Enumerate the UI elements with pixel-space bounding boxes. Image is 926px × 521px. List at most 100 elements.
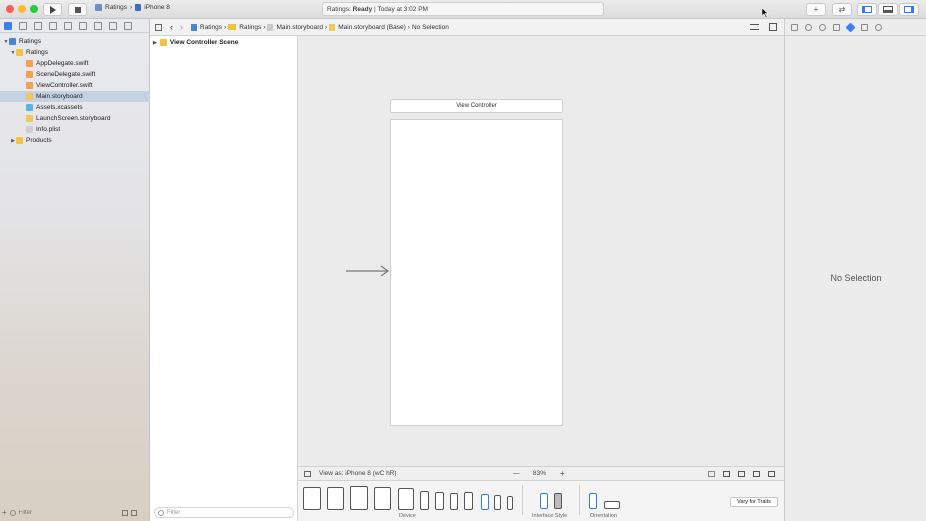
tree-row-file[interactable]: AppDelegate.swift bbox=[0, 58, 150, 69]
stop-icon bbox=[74, 6, 81, 13]
tree-row-file[interactable]: Assets.xcassets bbox=[0, 102, 150, 113]
breadcrumb-item[interactable]: Ratings bbox=[239, 24, 261, 31]
breakpoint-navigator-tab[interactable] bbox=[109, 21, 117, 30]
tree-row-file[interactable]: SceneDelegate.swift bbox=[0, 69, 150, 80]
recent-files-filter-icon[interactable] bbox=[121, 509, 128, 516]
code-review-button[interactable]: ⇄ bbox=[832, 3, 852, 16]
file-inspector-tab[interactable] bbox=[791, 23, 798, 31]
toggle-navigator-button[interactable] bbox=[857, 3, 877, 16]
portrait-orientation-icon[interactable] bbox=[589, 493, 597, 509]
identity-inspector-tab[interactable] bbox=[833, 23, 840, 31]
library-button[interactable]: + bbox=[806, 3, 826, 16]
zoom-out-button[interactable]: — bbox=[513, 470, 520, 477]
tree-row-label: Main.storyboard bbox=[36, 93, 83, 100]
resolve-issues-icon[interactable] bbox=[768, 471, 775, 477]
device-ipad-mini-icon[interactable] bbox=[398, 488, 414, 510]
scheme-device: iPhone 8 bbox=[144, 4, 170, 11]
quick-help-tab[interactable] bbox=[819, 23, 826, 31]
breadcrumb-item[interactable]: Ratings bbox=[200, 24, 222, 31]
forward-button[interactable]: › bbox=[180, 22, 183, 32]
tree-row-label: Ratings bbox=[19, 38, 42, 45]
vary-for-traits-button[interactable]: Vary for Traits bbox=[730, 497, 778, 507]
bottom-panel-icon bbox=[883, 6, 893, 13]
device-iphone-11-pro-max-icon[interactable] bbox=[420, 491, 429, 510]
related-items-icon[interactable] bbox=[155, 23, 162, 31]
symbol-navigator-tab[interactable] bbox=[34, 21, 42, 30]
attributes-inspector-tab[interactable] bbox=[845, 22, 856, 32]
source-control-tab[interactable] bbox=[19, 21, 27, 30]
device-iphone-se-icon[interactable] bbox=[494, 495, 501, 510]
view-controller-scene-bar[interactable]: View Controller bbox=[390, 99, 563, 113]
initial-view-controller-arrow-icon[interactable] bbox=[346, 265, 390, 277]
toggle-outline-icon[interactable] bbox=[304, 470, 311, 477]
tree-row-file[interactable]: Info.plist bbox=[0, 124, 150, 135]
orientation-label: Orientation bbox=[590, 513, 617, 519]
history-inspector-tab[interactable] bbox=[805, 23, 812, 31]
filter-icon bbox=[158, 509, 164, 516]
report-navigator-tab[interactable] bbox=[124, 21, 132, 30]
tree-row-file-selected[interactable]: Main.storyboard bbox=[0, 91, 150, 102]
add-editor-icon[interactable] bbox=[769, 23, 777, 31]
tree-row-project[interactable]: ▼ Ratings bbox=[0, 36, 150, 47]
light-appearance-icon[interactable] bbox=[540, 493, 548, 509]
tree-row-file[interactable]: LaunchScreen.storyboard bbox=[0, 113, 150, 124]
dark-appearance-icon[interactable] bbox=[554, 493, 562, 509]
navigator-filter-input[interactable] bbox=[18, 508, 119, 517]
landscape-orientation-icon[interactable] bbox=[604, 501, 620, 509]
breadcrumb-item[interactable]: No Selection bbox=[412, 24, 449, 31]
scheme-selector[interactable]: Ratings › iPhone 8 bbox=[95, 4, 170, 11]
zoom-in-button[interactable]: + bbox=[560, 469, 565, 478]
update-frames-icon[interactable] bbox=[708, 471, 715, 477]
swift-file-icon bbox=[26, 60, 33, 67]
view-as-label[interactable]: View as: iPhone 8 (wC hR) bbox=[319, 470, 397, 477]
view-controller-view[interactable] bbox=[390, 119, 563, 426]
plist-file-icon bbox=[26, 126, 33, 133]
device-ipad-pro-11-icon[interactable] bbox=[327, 487, 344, 510]
issue-navigator-tab[interactable] bbox=[64, 21, 72, 30]
connections-inspector-tab[interactable] bbox=[875, 23, 882, 31]
storyboard-file-icon bbox=[267, 23, 274, 31]
mouse-pointer-icon bbox=[762, 8, 769, 18]
run-button[interactable] bbox=[43, 3, 62, 16]
back-button[interactable]: ‹ bbox=[170, 22, 173, 32]
editor-options-icon[interactable] bbox=[750, 24, 759, 30]
debug-navigator-tab[interactable] bbox=[94, 21, 102, 30]
size-inspector-tab[interactable] bbox=[861, 23, 868, 31]
storyboard-canvas[interactable]: View Controller bbox=[298, 36, 784, 466]
tree-row-group-products[interactable]: ▶ Products bbox=[0, 135, 150, 146]
close-window-button[interactable] bbox=[6, 5, 14, 13]
disclosure-closed-icon[interactable]: ▶ bbox=[153, 40, 157, 46]
device-iphone-8-plus-icon[interactable] bbox=[464, 492, 473, 510]
source-control-filter-icon[interactable] bbox=[130, 509, 137, 516]
align-icon[interactable] bbox=[738, 471, 745, 477]
stop-button[interactable] bbox=[68, 3, 87, 16]
test-navigator-tab[interactable] bbox=[79, 21, 87, 30]
device-iphone-4s-icon[interactable] bbox=[507, 496, 513, 510]
project-navigator-tab[interactable] bbox=[4, 21, 12, 30]
add-constraints-icon[interactable] bbox=[753, 471, 760, 477]
add-file-icon[interactable]: + bbox=[2, 508, 7, 517]
tree-row-label: SceneDelegate.swift bbox=[36, 71, 96, 78]
tree-row-file[interactable]: ViewController.swift bbox=[0, 80, 150, 91]
breadcrumb-item[interactable]: Main.storyboard (Base) bbox=[338, 24, 406, 31]
minimize-window-button[interactable] bbox=[18, 5, 26, 13]
breadcrumb-item[interactable]: Main.storyboard bbox=[276, 24, 323, 31]
device-ipad-9-7-icon[interactable] bbox=[374, 487, 391, 510]
tree-row-group-ratings[interactable]: ▼ Ratings bbox=[0, 47, 150, 58]
vary-for-traits-label: Vary for Traits bbox=[737, 499, 771, 505]
zoom-level: 83% bbox=[533, 470, 547, 477]
device-ipad-pro-10-5-icon[interactable] bbox=[350, 486, 368, 510]
device-iphone-11-pro-icon[interactable] bbox=[450, 493, 458, 510]
toggle-debug-area-button[interactable] bbox=[878, 3, 898, 16]
outline-scene-row[interactable]: ▶ View Controller Scene bbox=[153, 39, 238, 46]
zoom-window-button[interactable] bbox=[30, 5, 38, 13]
asset-catalog-icon bbox=[26, 104, 33, 111]
outline-filter-field[interactable]: Filter bbox=[154, 507, 294, 518]
toggle-inspector-button[interactable] bbox=[899, 3, 919, 16]
device-ipad-pro-12-9-icon[interactable] bbox=[303, 487, 321, 510]
device-iphone-11-icon[interactable] bbox=[435, 492, 444, 510]
device-iphone-8-icon[interactable] bbox=[481, 494, 489, 510]
right-panel-icon bbox=[904, 6, 914, 13]
find-navigator-tab[interactable] bbox=[49, 21, 57, 30]
embed-in-icon[interactable] bbox=[723, 471, 730, 477]
